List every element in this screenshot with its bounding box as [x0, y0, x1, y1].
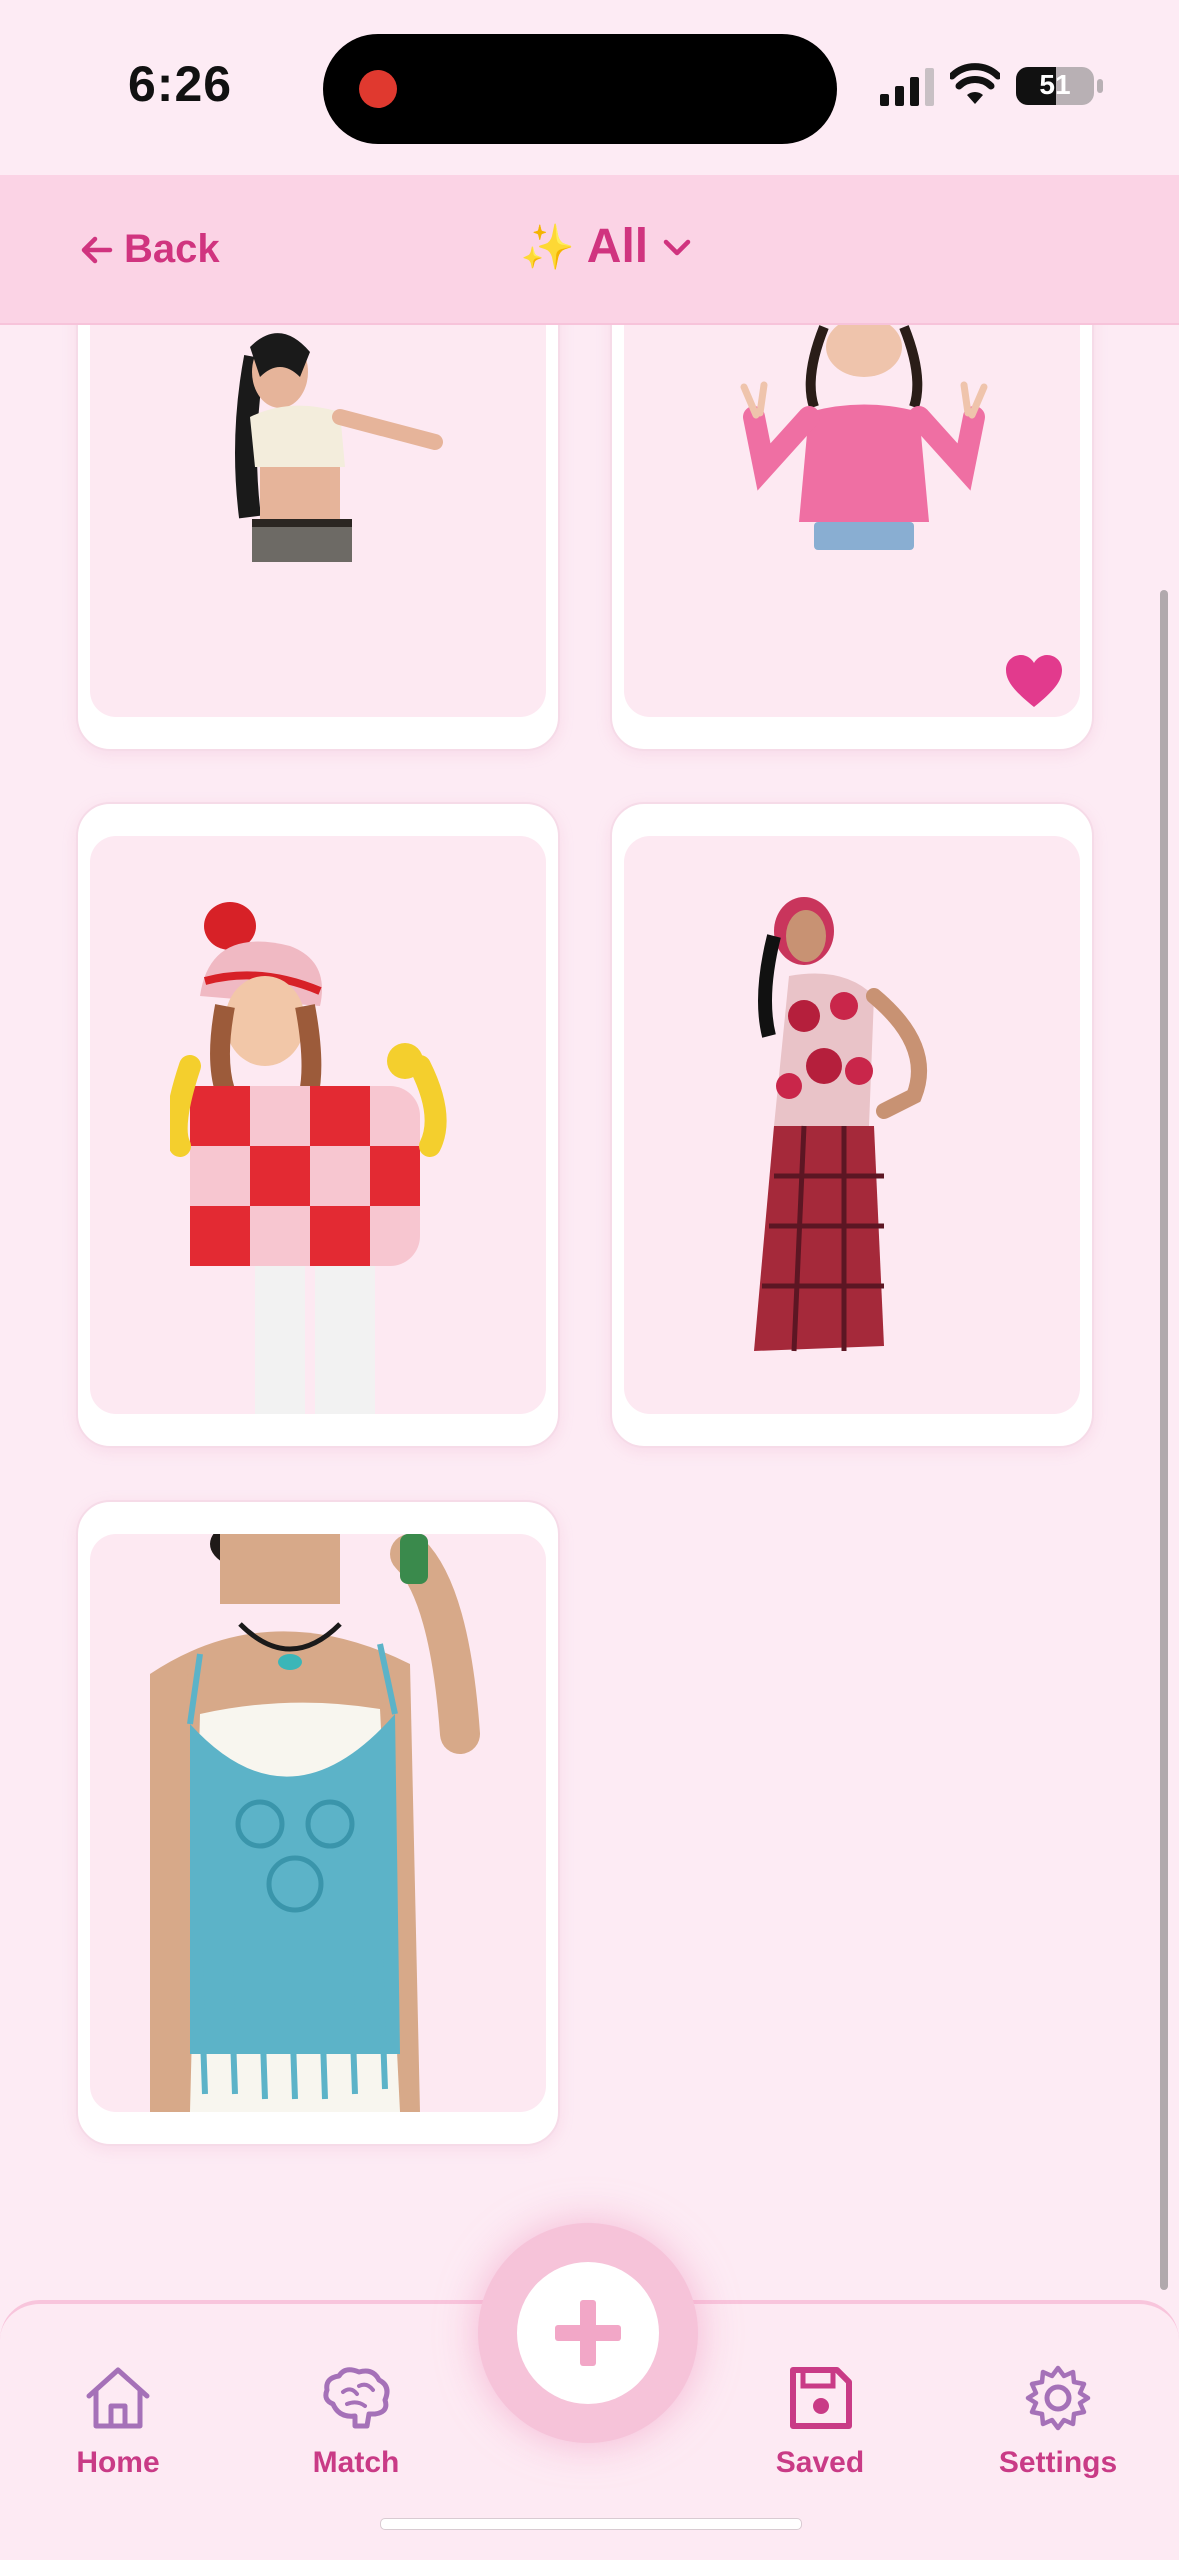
tab-settings[interactable]: Settings — [968, 2364, 1148, 2480]
wifi-icon — [950, 63, 1000, 104]
outfit-card-4[interactable] — [610, 802, 1094, 1448]
tab-saved[interactable]: Saved — [730, 2364, 910, 2480]
tab-match-label: Match — [312, 2446, 400, 2479]
floppy-disk-icon — [790, 2367, 852, 2429]
tab-settings-label: Settings — [998, 2446, 1118, 2479]
outfit-image-floral-halter-plaid-skirt — [754, 897, 927, 1352]
outfit-image-white-crop-top — [235, 333, 443, 562]
outfit-image-frame — [90, 836, 546, 1414]
dynamic-island — [323, 34, 837, 144]
home-indicator[interactable] — [380, 2518, 802, 2530]
outfit-image-blue-crochet-top — [150, 1534, 480, 2112]
tab-saved-label: Saved — [775, 2446, 865, 2479]
outfit-image-pink-top — [740, 323, 988, 550]
scrollbar[interactable] — [1160, 590, 1168, 2290]
tab-match[interactable]: Match — [266, 2364, 446, 2480]
back-label: Back — [124, 227, 220, 271]
add-outfit-button[interactable] — [517, 2262, 659, 2404]
top-nav-bar: Back ✨ All — [0, 175, 1179, 325]
outfit-card-5[interactable] — [76, 1500, 560, 2146]
tab-home[interactable]: Home — [28, 2364, 208, 2480]
category-filter-dropdown[interactable]: ✨ All — [520, 219, 694, 274]
recording-indicator — [359, 70, 397, 108]
brain-icon — [323, 2367, 390, 2429]
status-bar: 6:26 51 — [0, 0, 1179, 175]
chevron-down-icon — [663, 239, 691, 255]
back-arrow-icon — [81, 236, 113, 263]
home-icon — [86, 2367, 150, 2429]
outfit-image-frame — [624, 836, 1080, 1414]
outfit-image-red-knit-cardigan — [170, 902, 447, 1414]
outfit-card-2[interactable] — [610, 323, 1094, 751]
outfit-image-frame — [90, 1534, 546, 2112]
outfit-card-3[interactable] — [76, 802, 560, 1448]
gear-icon — [1025, 2365, 1091, 2431]
heart-icon[interactable] — [1004, 653, 1064, 709]
battery-cap — [1097, 79, 1103, 93]
status-time: 6:26 — [128, 56, 233, 112]
back-button[interactable]: Back — [80, 227, 220, 272]
filter-label: All — [586, 220, 649, 273]
saved-items-grid — [0, 323, 1179, 2303]
outfit-card-1[interactable] — [76, 323, 560, 751]
tab-home-label: Home — [76, 2446, 160, 2479]
outfit-image-frame — [90, 323, 546, 717]
battery-icon: 51 — [1016, 67, 1094, 105]
sparkles-icon: ✨ — [520, 222, 575, 272]
battery-percent: 51 — [1039, 69, 1071, 100]
cellular-signal-icon — [880, 68, 934, 106]
